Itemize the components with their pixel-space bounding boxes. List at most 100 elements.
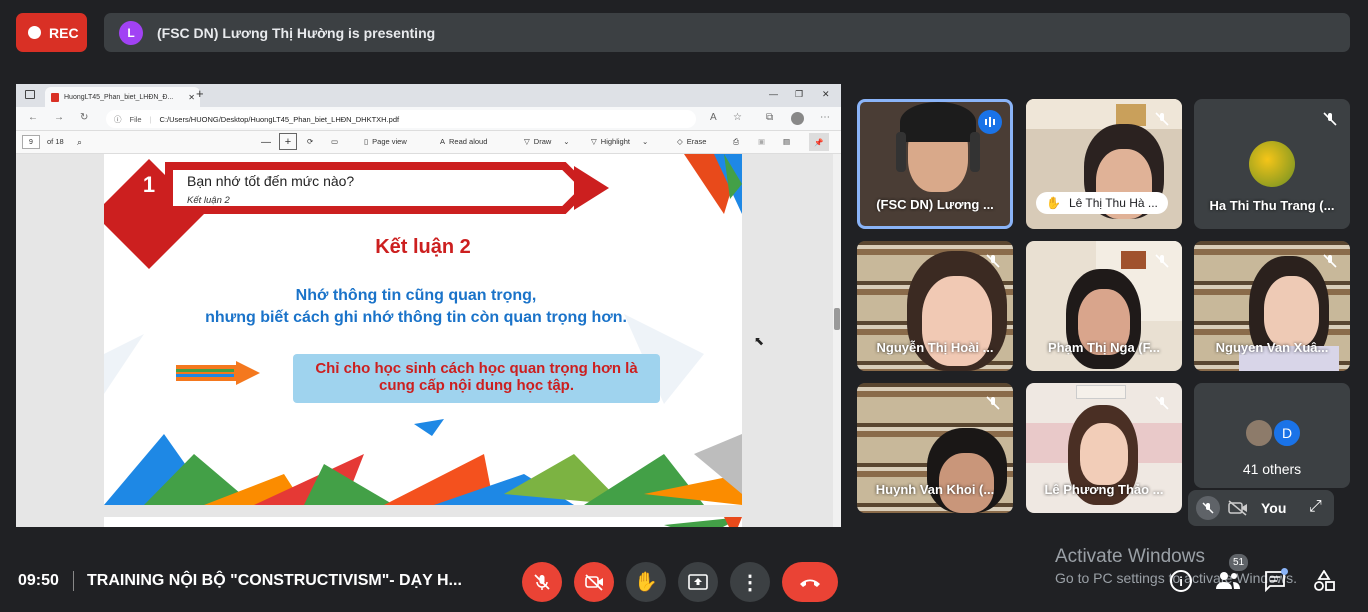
meeting-time: 09:50 [18, 572, 59, 589]
slide-header-subtitle: Kết luận 2 [187, 195, 230, 206]
mic-off-icon [534, 574, 550, 590]
zoom-in-icon[interactable]: + [279, 133, 297, 150]
url-text: C:/Users/HUONG/Desktop/HuongLT45_Phan_bi… [159, 114, 400, 124]
meeting-info-icon[interactable]: i [1170, 570, 1192, 592]
pdf-toolbar: 9 of 18 ⌕ — + ⟳ ▭ ▯ Page view A Read aloud… [16, 131, 841, 154]
self-mic-off-icon[interactable] [1196, 496, 1220, 520]
page-total: of 18 [47, 137, 64, 146]
scrollbar-thumb[interactable] [834, 308, 840, 330]
url-scheme: File [129, 114, 142, 124]
participant-name: Lê Phương Thảo ... [1044, 482, 1164, 497]
more-options-button[interactable]: ⋮ [730, 562, 770, 602]
self-label: You [1261, 500, 1287, 516]
pdf-icon [51, 92, 59, 102]
profile-avatar[interactable] [791, 112, 804, 125]
page-number-input[interactable]: 9 [22, 135, 40, 149]
tab-actions-icon[interactable] [25, 90, 35, 99]
self-tile[interactable]: You ⤢ [1188, 490, 1334, 526]
slide-box-line-2: cung cấp nội dung học tập. [379, 377, 574, 394]
others-count: 41 others [1242, 461, 1302, 477]
participant-name: Nguyen Van Xuâ... [1215, 340, 1329, 355]
other-avatar [1244, 418, 1274, 448]
zoom-out-icon[interactable]: — [261, 137, 271, 148]
participant-tile[interactable]: ✋ Lê Thị Thu Hà ... [1026, 99, 1182, 229]
draw-button[interactable]: ▽ Draw ⌄ [524, 137, 570, 146]
speaking-icon [978, 110, 1002, 134]
read-mode-icon[interactable]: A [710, 112, 717, 123]
new-tab-icon[interactable]: + [196, 86, 204, 101]
mic-off-icon [1318, 107, 1342, 131]
more-menu-icon[interactable]: ⋯ [820, 112, 830, 123]
divider [73, 571, 74, 591]
participant-name: Nguyễn Thị Hoài ... [876, 340, 994, 355]
eraser-icon: ◇ [677, 137, 683, 146]
others-tile[interactable]: D 41 others [1194, 383, 1350, 488]
self-camera-off-icon[interactable] [1228, 500, 1248, 521]
favorite-icon[interactable]: ☆ [733, 112, 742, 123]
rotate-icon[interactable]: ⟳ [307, 137, 313, 146]
shared-screen: HuongLT45_Phan_biet_LHĐN_Đ... ✕ + — ❐ ✕ … [16, 84, 841, 527]
record-dot-icon [28, 26, 41, 39]
highlight-button[interactable]: ▽ Highlight ⌄ [591, 137, 648, 146]
pdf-viewer[interactable]: 1 Bạn nhớ tốt đến mức nào? Kết luận 2 Kế… [16, 154, 841, 527]
expand-icon[interactable]: ⤢ [1309, 498, 1322, 516]
pdf-scrollbar[interactable] [833, 154, 841, 527]
people-count-badge: 51 [1229, 554, 1248, 571]
arrows-icon [176, 361, 260, 385]
save-as-icon[interactable]: ▤ [783, 137, 790, 146]
mic-off-icon [1318, 249, 1342, 273]
participant-tile[interactable]: Nguyen Van Xuâ... [1194, 241, 1350, 371]
recording-label: REC [49, 24, 79, 41]
address-bar[interactable]: ⓘ File | C:/Users/HUONG/Desktop/HuongLT4… [106, 110, 696, 128]
tab-title: HuongLT45_Phan_biet_LHĐN_Đ... [64, 93, 174, 101]
browser-tab[interactable]: HuongLT45_Phan_biet_LHĐN_Đ... ✕ [45, 87, 200, 107]
erase-button[interactable]: ◇ Erase [677, 137, 706, 146]
fit-page-icon[interactable]: ▭ [331, 137, 338, 146]
recording-indicator[interactable]: REC [16, 13, 87, 52]
raise-hand-button[interactable]: ✋ [626, 562, 666, 602]
camera-off-icon [585, 574, 603, 591]
print-icon[interactable]: ⎙ [733, 137, 739, 147]
find-icon[interactable]: ⌕ [77, 137, 82, 148]
participant-tile[interactable]: Huynh Van Khoi (... [857, 383, 1013, 513]
address-bar-row: ← → ↻ ⓘ File | C:/Users/HUONG/Desktop/Hu… [16, 107, 841, 131]
meeting-title[interactable]: TRAINING NỘI BỘ "CONSTRUCTIVISM"- DẠY H.… [87, 572, 462, 590]
participant-tile[interactable]: Nguyễn Thị Hoài ... [857, 241, 1013, 371]
pin-toolbar-icon[interactable]: 📌 [809, 133, 829, 151]
participant-tile[interactable]: Lê Phương Thảo ... [1026, 383, 1182, 513]
forward-icon[interactable]: → [54, 112, 64, 123]
people-button[interactable] [1215, 570, 1241, 595]
next-slide-page [104, 517, 742, 527]
close-window-icon[interactable]: ✕ [822, 89, 830, 100]
mic-toggle-button[interactable] [522, 562, 562, 602]
collections-icon[interactable]: ⧉ [766, 112, 773, 123]
participant-avatar [1249, 141, 1295, 187]
close-tab-icon[interactable]: ✕ [188, 93, 195, 102]
participant-name: Lê Thị Thu Hà ... [1068, 196, 1158, 210]
slide-badge-number: 1 [142, 172, 156, 197]
participant-tile[interactable]: Ha Thi Thu Trang (... [1194, 99, 1350, 229]
slide-decoration [104, 154, 742, 505]
mic-off-icon [981, 391, 1005, 415]
restore-icon[interactable]: ❐ [795, 89, 803, 100]
reload-icon[interactable]: ↻ [80, 112, 88, 123]
read-aloud-button[interactable]: A Read aloud [440, 137, 487, 146]
page-view-button[interactable]: ▯ Page view [364, 137, 407, 146]
present-screen-icon [688, 574, 708, 590]
slide-callout-box: Chỉ cho học sinh cách học quan trọng hơn… [293, 354, 660, 403]
slide-heading: Kết luận 2 [375, 236, 471, 258]
presenter-bar: L (FSC DN) Lương Thị Hường is presenting [104, 13, 1350, 52]
activate-windows-title: Activate Windows [1055, 546, 1205, 567]
minimize-icon[interactable]: — [769, 89, 778, 99]
participant-tile[interactable]: (FSC DN) Lương ... [857, 99, 1013, 229]
present-button[interactable] [678, 562, 718, 602]
camera-toggle-button[interactable] [574, 562, 614, 602]
activities-button[interactable] [1313, 569, 1335, 597]
save-icon[interactable]: ▣ [758, 137, 765, 146]
mic-off-icon [1150, 391, 1174, 415]
leave-call-button[interactable] [782, 562, 838, 602]
mic-off-icon [1150, 107, 1174, 131]
participant-tile[interactable]: Phạm Thị Nga (F... [1026, 241, 1182, 371]
back-icon[interactable]: ← [28, 112, 38, 123]
mic-off-icon [981, 249, 1005, 273]
